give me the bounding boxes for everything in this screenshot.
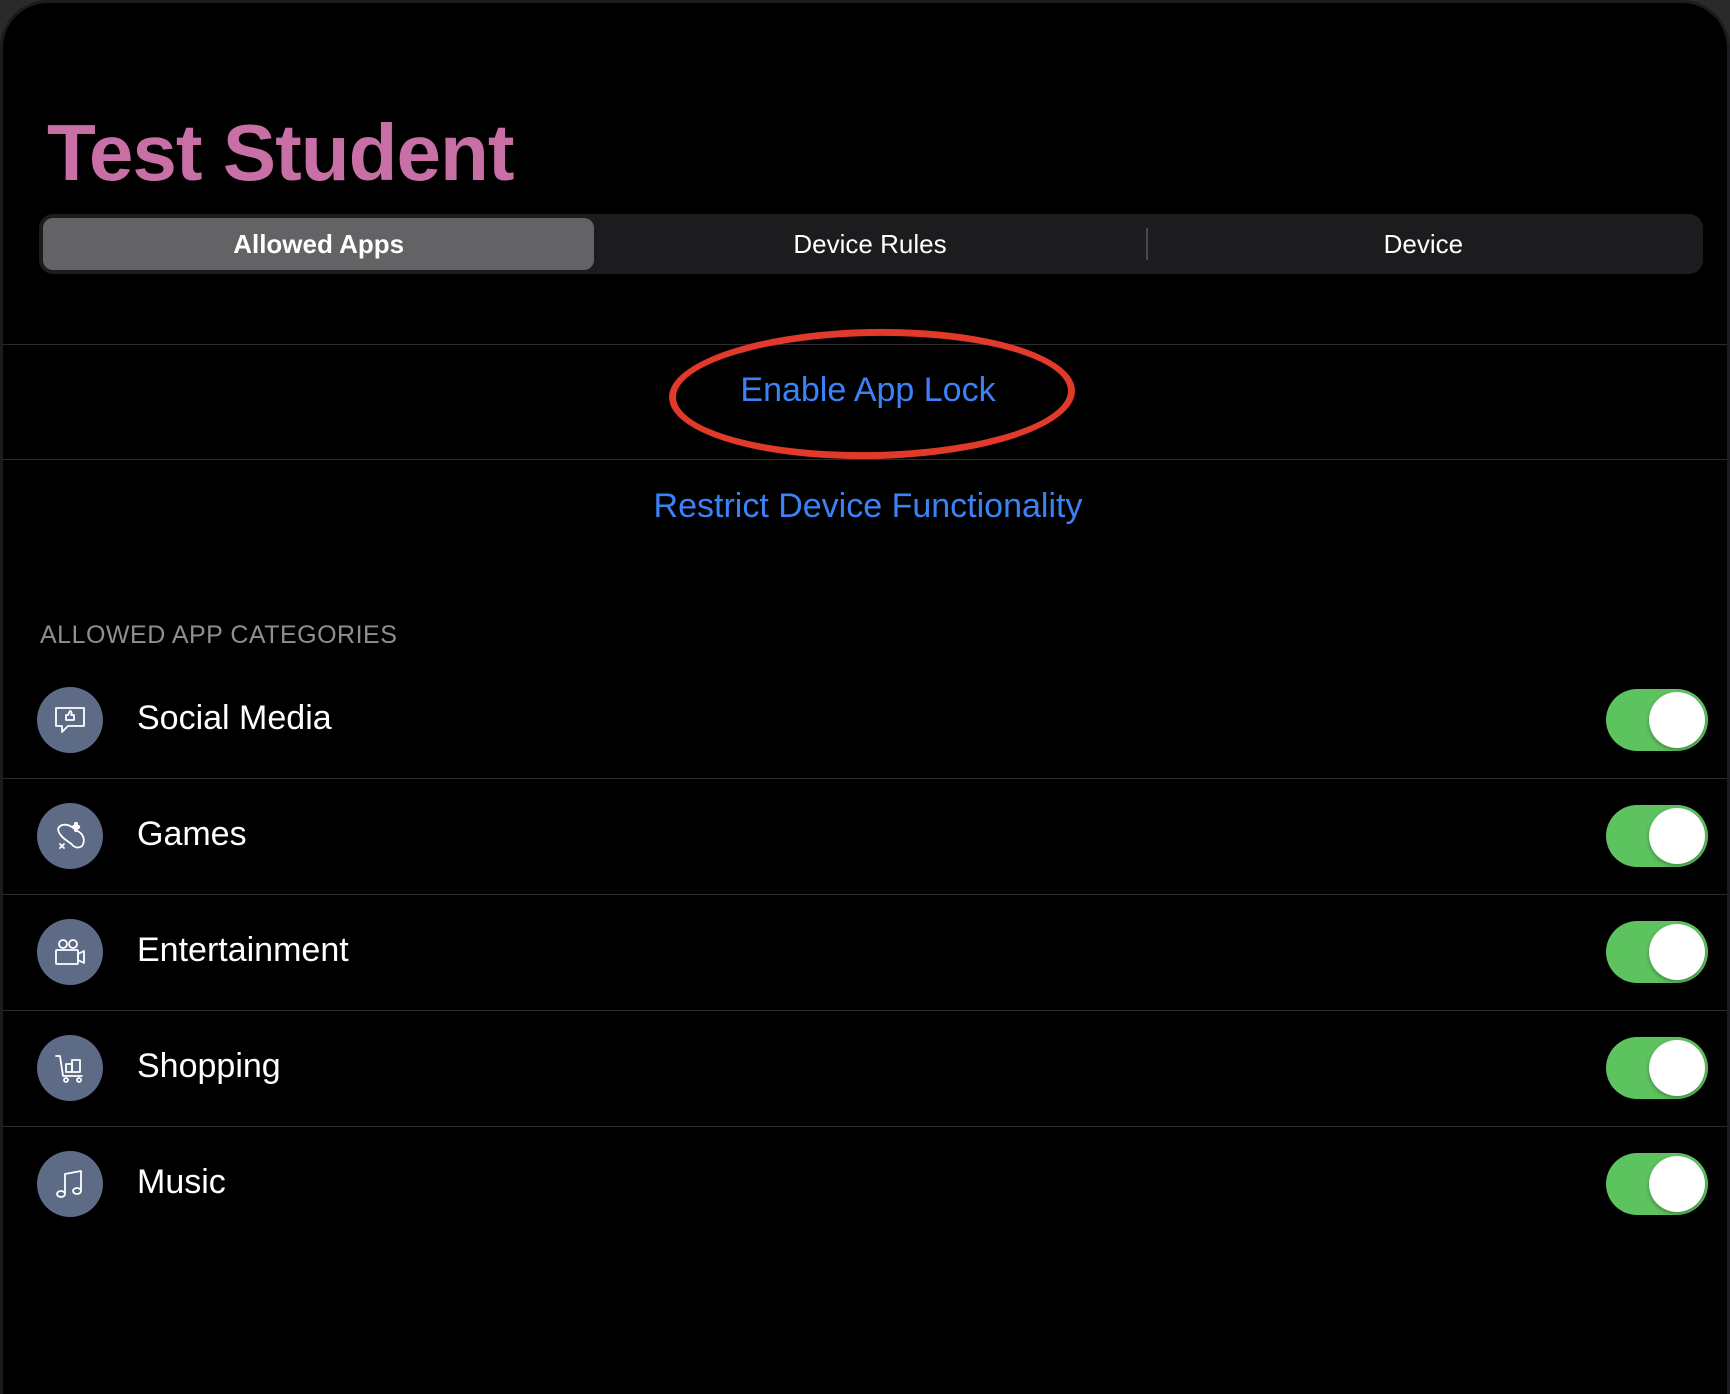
divider xyxy=(3,459,1727,460)
music-icon xyxy=(37,1151,103,1217)
games-toggle[interactable] xyxy=(1606,805,1708,867)
toggle-knob xyxy=(1649,808,1705,864)
shopping-icon xyxy=(37,1035,103,1101)
category-row-social-media: Social Media xyxy=(3,663,1727,779)
music-toggle[interactable] xyxy=(1606,1153,1708,1215)
toggle-knob xyxy=(1649,1040,1705,1096)
social-media-icon xyxy=(37,687,103,753)
section-header: ALLOWED APP CATEGORIES xyxy=(40,621,398,649)
toggle-knob xyxy=(1649,1156,1705,1212)
entertainment-icon xyxy=(37,919,103,985)
category-row-music: Music xyxy=(3,1127,1727,1243)
segmented-control: Allowed Apps Device Rules Device xyxy=(39,214,1703,274)
category-label: Music xyxy=(137,1163,226,1201)
tab-device[interactable]: Device xyxy=(1148,218,1699,270)
social-media-toggle[interactable] xyxy=(1606,689,1708,751)
page-title: Test Student xyxy=(47,108,515,197)
tab-allowed-apps[interactable]: Allowed Apps xyxy=(43,218,595,270)
category-row-games: Games xyxy=(3,779,1727,895)
category-label: Games xyxy=(137,815,247,853)
entertainment-toggle[interactable] xyxy=(1606,921,1708,983)
tab-device-rules[interactable]: Device Rules xyxy=(594,218,1145,270)
restrict-device-functionality-button[interactable]: Restrict Device Functionality xyxy=(3,487,1727,526)
toggle-knob xyxy=(1649,692,1705,748)
category-label: Entertainment xyxy=(137,931,349,969)
shopping-toggle[interactable] xyxy=(1606,1037,1708,1099)
toggle-knob xyxy=(1649,924,1705,980)
enable-app-lock-button[interactable]: Enable App Lock xyxy=(3,371,1727,410)
games-icon xyxy=(37,803,103,869)
category-row-shopping: Shopping xyxy=(3,1011,1727,1127)
category-row-entertainment: Entertainment xyxy=(3,895,1727,1011)
category-label: Shopping xyxy=(137,1047,281,1085)
category-label: Social Media xyxy=(137,699,332,737)
divider xyxy=(3,344,1727,345)
app-window: Test Student Allowed Apps Device Rules D… xyxy=(0,0,1730,1394)
